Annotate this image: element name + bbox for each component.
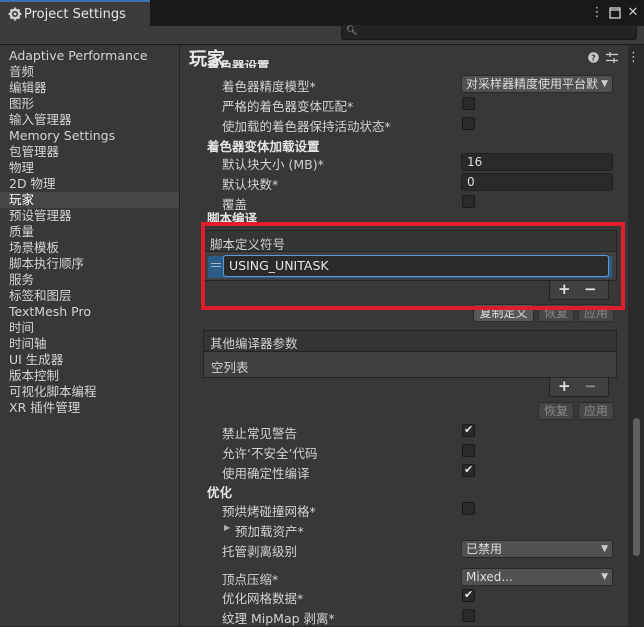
managed-stripping-value: 已禁用: [466, 542, 503, 556]
window-tab[interactable]: Project Settings: [0, 0, 150, 26]
help-icon[interactable]: ?: [588, 52, 599, 66]
chunk-size-input[interactable]: 16: [461, 153, 613, 171]
kebab-menu-icon[interactable]: ⋮: [589, 5, 605, 21]
compiler-args-title: 其他编译器参数: [210, 336, 298, 351]
sidebar-item[interactable]: 质量: [0, 224, 179, 240]
gear-icon: [8, 7, 22, 21]
prebake-label: 预烘烤碰撞网格*: [222, 504, 316, 519]
sidebar-item[interactable]: 玩家: [0, 192, 179, 208]
sidebar-item[interactable]: 时间轴: [0, 336, 179, 352]
mipmap-stripping-label: 纹理 MipMap 剥离*: [222, 611, 335, 626]
unsafe-code-checkbox[interactable]: [462, 444, 475, 457]
sidebar-item[interactable]: 包管理器: [0, 144, 179, 160]
suppress-warnings-checkbox[interactable]: ✔: [462, 423, 475, 437]
optimize-mesh-checkbox[interactable]: ✔: [462, 588, 475, 602]
sidebar-item[interactable]: 输入管理器: [0, 112, 179, 128]
sidebar-item[interactable]: 服务: [0, 272, 179, 288]
strict-variant-label: 严格的着色器变体匹配*: [222, 99, 354, 114]
apply-args-button[interactable]: 应用: [578, 402, 614, 420]
window-title: Project Settings: [24, 7, 126, 22]
chunk-count-label: 默认块数*: [222, 177, 279, 192]
keep-loaded-label: 使加载的着色器保持活动状态*: [222, 119, 391, 134]
sidebar-item[interactable]: 图形: [0, 96, 179, 112]
vertex-compression-label: 顶点压缩*: [222, 572, 279, 587]
suppress-warnings-label: 禁止常见警告: [222, 426, 298, 441]
managed-stripping-label: 托管剥离级别: [222, 544, 298, 559]
sidebar-item[interactable]: 时间: [0, 320, 179, 336]
deterministic-checkbox[interactable]: ✔: [462, 463, 475, 477]
remove-arg-button[interactable]: −: [584, 377, 597, 395]
strict-variant-checkbox[interactable]: [462, 97, 475, 110]
sidebar-item[interactable]: 版本控制: [0, 368, 179, 384]
sidebar-item[interactable]: 2D 物理: [0, 176, 179, 192]
vertex-compression-dropdown[interactable]: Mixed... ▼: [461, 568, 613, 586]
variant-loading-title: 着色器变体加载设置: [207, 139, 320, 154]
search-icon: 🔍︎: [346, 26, 358, 36]
chevron-down-icon: ▼: [601, 544, 608, 554]
close-icon[interactable]: ✕: [625, 5, 641, 21]
compiler-args-empty: 空列表: [211, 360, 249, 375]
chunk-count-input[interactable]: 0: [461, 173, 613, 191]
search-input[interactable]: 🔍︎: [341, 24, 637, 40]
sidebar-item[interactable]: 场景模板: [0, 240, 179, 256]
scrollbar-thumb[interactable]: [633, 418, 640, 556]
sidebar-item[interactable]: Adaptive Performance: [0, 48, 179, 64]
add-arg-button[interactable]: +: [558, 377, 571, 395]
mipmap-stripping-checkbox[interactable]: [462, 609, 475, 622]
presets-icon[interactable]: [606, 52, 618, 66]
keep-loaded-checkbox[interactable]: [462, 117, 475, 130]
sidebar: Adaptive Performance 音频 编辑器 图形 输入管理器 Memory S…: [0, 45, 180, 626]
shader-precision-label: 着色器精度模型*: [222, 79, 316, 94]
maximize-icon[interactable]: [607, 5, 623, 21]
chevron-down-icon: ▼: [601, 79, 608, 89]
expand-arrow-icon[interactable]: ▶: [224, 523, 230, 532]
optimization-title: 优化: [207, 485, 233, 500]
sidebar-item[interactable]: 标签和图层: [0, 288, 179, 304]
override-checkbox[interactable]: [462, 195, 475, 208]
checkmark-icon: ✔: [464, 588, 474, 601]
optimize-mesh-label: 优化网格数据*: [222, 591, 304, 606]
deterministic-label: 使用确定性编译: [222, 466, 310, 481]
prebake-checkbox[interactable]: [462, 502, 475, 515]
checkmark-icon: ✔: [464, 423, 474, 436]
sidebar-item[interactable]: 可视化脚本编程: [0, 384, 179, 400]
sidebar-item[interactable]: Memory Settings: [0, 128, 179, 144]
revert-args-button[interactable]: 恢复: [538, 402, 574, 420]
checkmark-icon: ✔: [464, 463, 474, 476]
unsafe-code-label: 允许‘不安全’代码: [222, 446, 318, 461]
svg-text:?: ?: [591, 54, 596, 63]
sidebar-item[interactable]: 音频: [0, 64, 179, 80]
chunk-size-label: 默认块大小 (MB)*: [222, 157, 324, 172]
managed-stripping-dropdown[interactable]: 已禁用 ▼: [461, 540, 613, 558]
sidebar-item[interactable]: 脚本执行顺序: [0, 256, 179, 272]
highlight-box: [201, 222, 625, 310]
sidebar-item[interactable]: 预设管理器: [0, 208, 179, 224]
vertex-compression-value: Mixed...: [466, 570, 513, 584]
override-label: 覆盖: [222, 197, 248, 212]
sidebar-item[interactable]: XR 插件管理: [0, 400, 179, 416]
preloaded-assets-label[interactable]: 预加载资产*: [235, 521, 304, 540]
chevron-down-icon: ▼: [601, 572, 608, 582]
script-compilation-title: 脚本编译: [207, 212, 258, 222]
page-title: 玩家: [189, 49, 225, 70]
shader-precision-value: 对采样器精度使用平台默: [466, 77, 599, 91]
sidebar-item[interactable]: 编辑器: [0, 80, 179, 96]
sidebar-item[interactable]: TextMesh Pro: [0, 304, 179, 320]
panel-menu-icon[interactable]: ⋮: [627, 50, 640, 65]
shader-precision-dropdown[interactable]: 对采样器精度使用平台默 ▼: [461, 75, 613, 93]
sidebar-item[interactable]: 物理: [0, 160, 179, 176]
sidebar-item[interactable]: UI 生成器: [0, 352, 179, 368]
